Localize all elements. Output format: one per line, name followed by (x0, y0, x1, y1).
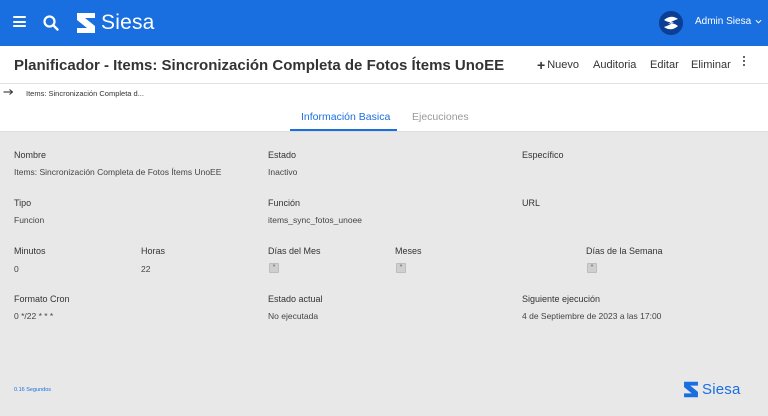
tab-ejecuciones[interactable]: Ejecuciones (412, 111, 469, 123)
nombre-label: Nombre (14, 150, 47, 160)
siguiente-ejecucion-value: 4 de Septiembre de 2023 a las 17:00 (522, 311, 662, 321)
dias-mes-label: Días del Mes (268, 246, 321, 256)
hamburger-icon[interactable] (13, 16, 26, 27)
estado-label: Estado (268, 150, 297, 160)
estado-actual-value: No ejecutada (268, 311, 319, 321)
tipo-label: Tipo (14, 198, 32, 208)
footer-brand-name: Siesa (702, 381, 741, 398)
breadcrumb-item[interactable]: Items: Sincronización Completa d... (26, 89, 144, 98)
active-tab-indicator (290, 129, 397, 131)
search-icon[interactable] (42, 14, 60, 32)
horas-label: Horas (141, 246, 166, 256)
dias-semana-label: Días de la Semana (586, 246, 663, 256)
footer-logo: Siesa (683, 381, 741, 398)
siesa-logo-icon (77, 13, 95, 33)
funcion-label: Función (268, 198, 301, 208)
more-options-icon[interactable] (734, 53, 754, 69)
estado-value: Inactivo (268, 167, 298, 177)
especifico-label: Específico (522, 150, 564, 160)
siguiente-ejecucion-label: Siguiente ejecución (522, 294, 601, 304)
meses-value: * (396, 263, 406, 273)
meses-label: Meses (395, 246, 422, 256)
delete-button[interactable]: Eliminar (691, 59, 731, 71)
funcion-value: items_sync_fotos_unoee (268, 215, 363, 225)
url-label: URL (522, 198, 541, 208)
nombre-value: Items: Sincronización Completa de Fotos … (14, 167, 222, 177)
user-name: Admin Siesa (695, 16, 752, 27)
tipo-value: Funcion (14, 215, 45, 225)
formato-cron-label: Formato Cron (14, 294, 70, 304)
new-button-label: Nuevo (547, 59, 579, 71)
brand-logo[interactable]: Siesa (76, 11, 155, 35)
siesa-logo-icon (684, 381, 698, 398)
estado-actual-label: Estado actual (268, 294, 323, 304)
user-menu[interactable]: Admin Siesa (695, 16, 762, 27)
avatar[interactable] (659, 11, 683, 35)
brand-name: Siesa (101, 11, 155, 34)
top-navbar: Siesa Admin Siesa (0, 0, 768, 46)
audit-button[interactable]: Auditoria (593, 59, 636, 71)
tab-bar: Información Basica Ejecuciones (0, 102, 768, 132)
title-bar: Planificador - Items: Sincronización Com… (0, 46, 768, 84)
back-arrow-icon[interactable] (3, 88, 13, 96)
render-time: 0.16 Segundos (14, 387, 52, 393)
dias-mes-value: * (269, 263, 279, 273)
new-button[interactable]: + Nuevo (537, 56, 579, 73)
page-title: Planificador - Items: Sincronización Com… (14, 57, 505, 74)
dias-semana-value: * (587, 263, 597, 273)
minutos-value: 0 (14, 264, 19, 274)
horas-value: 22 (141, 264, 151, 274)
chevron-down-icon (755, 19, 762, 24)
plus-icon: + (537, 56, 546, 73)
tab-informacion-basica[interactable]: Información Basica (301, 111, 390, 123)
breadcrumb: Items: Sincronización Completa d... (0, 84, 768, 102)
minutos-label: Minutos (14, 246, 46, 256)
edit-button[interactable]: Editar (650, 59, 679, 71)
formato-cron-value: 0 */22 * * * (14, 311, 54, 321)
